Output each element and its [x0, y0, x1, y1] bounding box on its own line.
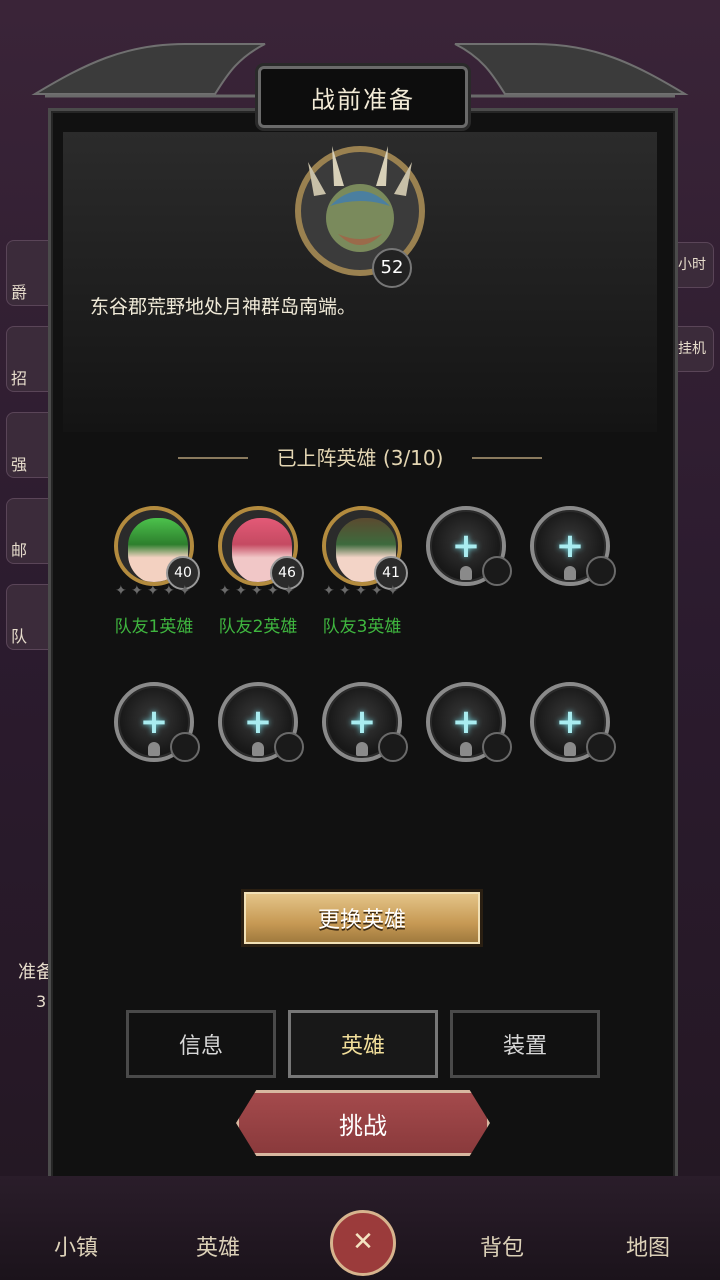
empty-hero-slot[interactable]: +	[426, 682, 512, 762]
left-prep-count: 3	[36, 992, 47, 1011]
empty-hero-slot[interactable]: +	[530, 682, 616, 762]
team-count-label: 已上阵英雄 (3/10)	[276, 446, 444, 470]
star-icon: ✦	[179, 583, 191, 599]
star-icon: ✦	[339, 583, 351, 599]
slot-marker	[564, 566, 576, 580]
empty-hero-slot[interactable]: +	[530, 506, 616, 586]
star-icon: ✦	[355, 583, 367, 599]
slot-level-badge	[274, 732, 304, 762]
divider-left	[178, 457, 248, 459]
stage-description: 东谷郡荒野地处月神群岛南端。	[90, 296, 357, 318]
page-title: 战前准备	[311, 85, 415, 114]
slot-marker	[252, 742, 264, 756]
nav-backpack[interactable]: 背包	[452, 1230, 552, 1262]
challenge-button[interactable]: 挑战	[236, 1090, 490, 1156]
slot-level-badge	[378, 732, 408, 762]
empty-hero-slot[interactable]: +	[114, 682, 200, 762]
nav-town[interactable]: 小镇	[26, 1230, 126, 1262]
nav-map[interactable]: 地图	[598, 1230, 698, 1262]
slot-level-badge	[482, 732, 512, 762]
title-plate: 战前准备	[258, 66, 468, 128]
star-icon: ✦	[131, 583, 143, 599]
nav-heroes[interactable]: 英雄	[168, 1230, 268, 1262]
swords-icon[interactable]: ✕	[330, 1210, 396, 1276]
hero-stars-1: ✦ ✦ ✦ ✦ ✦	[112, 584, 196, 600]
slot-marker	[564, 742, 576, 756]
hero-stars-2: ✦ ✦ ✦ ✦ ✦	[216, 584, 300, 600]
hero-slot-2[interactable]: 46	[218, 506, 304, 590]
star-icon: ✦	[267, 583, 279, 599]
slot-level-badge	[482, 556, 512, 586]
tab-bar: 信息 英雄 装置	[126, 1010, 600, 1078]
hero-name-1: 队友1英雄	[114, 617, 194, 637]
star-icon: ✦	[387, 583, 399, 599]
hero-slot-3[interactable]: 41	[322, 506, 408, 590]
star-icon: ✦	[283, 583, 295, 599]
star-icon: ✦	[147, 583, 159, 599]
hero-slot-1[interactable]: 40	[114, 506, 200, 590]
team-header: 已上阵英雄 (3/10)	[170, 438, 550, 478]
tab-equipment[interactable]: 装置	[450, 1010, 600, 1078]
hero-name-2: 队友2英雄	[218, 617, 298, 637]
slot-marker	[356, 742, 368, 756]
tab-heroes[interactable]: 英雄	[288, 1010, 438, 1078]
star-icon: ✦	[115, 583, 127, 599]
star-icon: ✦	[251, 583, 263, 599]
boss-portrait	[295, 146, 425, 276]
slot-level-badge	[586, 732, 616, 762]
slot-level-badge	[586, 556, 616, 586]
slot-marker	[460, 742, 472, 756]
star-icon: ✦	[235, 583, 247, 599]
divider-right	[472, 457, 542, 459]
empty-hero-slot[interactable]: +	[218, 682, 304, 762]
slot-level-badge	[170, 732, 200, 762]
star-icon: ✦	[371, 583, 383, 599]
hero-stars-3: ✦ ✦ ✦ ✦ ✦	[320, 584, 404, 600]
change-heroes-button[interactable]: 更换英雄	[244, 892, 480, 944]
star-icon: ✦	[163, 583, 175, 599]
empty-hero-slot[interactable]: +	[322, 682, 408, 762]
star-icon: ✦	[323, 583, 335, 599]
hero-name-3: 队友3英雄	[322, 617, 402, 637]
empty-hero-slot[interactable]: +	[426, 506, 512, 586]
boss-level-badge: 52	[372, 248, 412, 288]
star-icon: ✦	[219, 583, 231, 599]
slot-marker	[148, 742, 160, 756]
tab-info[interactable]: 信息	[126, 1010, 276, 1078]
slot-marker	[460, 566, 472, 580]
